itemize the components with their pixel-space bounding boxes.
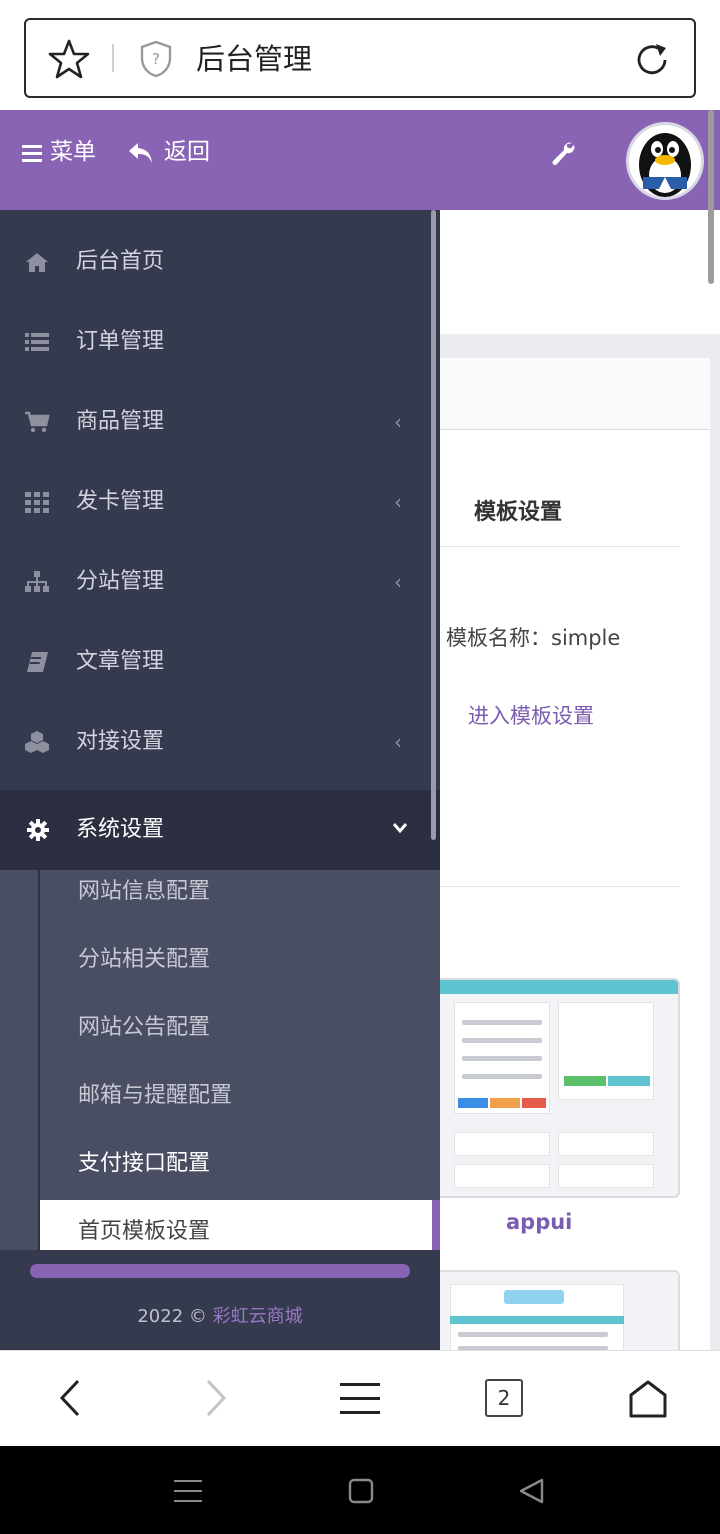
submenu-item-email-alerts[interactable]: 邮箱与提醒配置 [40,1064,440,1132]
menu-label: 菜单 [50,139,96,165]
sidebar-item-substations[interactable]: 分站管理 ‹ [0,542,440,622]
submenu-item-label: 邮箱与提醒配置 [78,1083,233,1108]
grid-icon [25,492,49,513]
sidebar-scrollbar[interactable] [431,210,436,840]
top-panel [440,210,720,334]
android-navigation-bar [0,1446,720,1534]
sidebar-item-label: 发卡管理 [76,489,165,514]
sidebar: 后台首页 订单管理 商品管理 ‹ 发卡管理 ‹ 分站管理 ‹ 文章管理 对接设置… [0,210,440,1350]
back-button[interactable]: 返回 [128,136,218,176]
browser-toolbar: 2 [0,1350,720,1446]
back-triangle-icon[interactable] [518,1478,546,1504]
sidebar-item-articles[interactable]: 文章管理 [0,622,440,702]
sidebar-item-label: 分站管理 [76,569,165,594]
sidebar-footer: 2022 © 彩虹云商城 [0,1250,440,1350]
book-icon [27,652,48,672]
recents-icon[interactable] [174,1478,202,1504]
reply-arrow-icon [129,143,152,163]
submenu-item-announcement[interactable]: 网站公告配置 [40,996,440,1064]
hamburger-icon [22,145,42,162]
template-thumbnail-appui[interactable] [430,978,680,1198]
submenu-item-label: 网站信息配置 [78,879,211,904]
admin-header: 菜单 返回 [0,110,720,210]
sidebar-horizontal-scrollbar[interactable] [30,1264,410,1278]
sidebar-item-label: 订单管理 [76,329,165,354]
divider [440,886,680,887]
brand-link[interactable]: 彩虹云商城 [213,1306,303,1327]
address-bar[interactable] [24,18,696,98]
submenu-item-label: 分站相关配置 [78,947,211,972]
address-divider [112,44,114,72]
copyright-year: 2022 © [137,1306,207,1327]
enter-template-settings-link[interactable]: 进入模板设置 [468,700,594,730]
gear-icon [27,819,49,841]
chevron-left-icon: ‹ [394,490,402,514]
submenu-item-label: 首页模板设置 [78,1219,211,1244]
section-title: 模板设置 [474,500,563,525]
page-title[interactable]: 后台管理 [196,40,312,78]
sidebar-item-dashboard[interactable]: 后台首页 [0,222,440,302]
back-arrow-icon[interactable] [56,1377,86,1419]
home-page-icon[interactable] [628,1379,668,1419]
sitemap-icon [25,571,49,592]
chevron-down-icon [392,823,408,834]
sidebar-item-orders[interactable]: 订单管理 [0,302,440,382]
list-icon [25,333,49,351]
sidebar-item-system-settings[interactable]: 系统设置 [0,790,440,870]
submenu-item-site-info[interactable]: 网站信息配置 [40,860,440,928]
reload-icon[interactable] [632,40,672,80]
chevron-left-icon: ‹ [394,730,402,754]
template-thumbnail-qq[interactable] [436,1270,680,1350]
sidebar-item-integration[interactable]: 对接设置 ‹ [0,702,440,782]
home-icon [26,253,48,272]
avatar[interactable] [626,122,704,200]
copyright: 2022 © 彩虹云商城 [0,1302,440,1328]
submenu-item-substation-config[interactable]: 分站相关配置 [40,928,440,996]
tabs-button[interactable]: 2 [485,1379,523,1417]
menu-lines-icon[interactable] [340,1381,380,1417]
sidebar-item-label: 后台首页 [76,249,165,274]
submenu-item-payment[interactable]: 支付接口配置 [40,1132,440,1200]
cubes-icon [25,731,49,753]
submenu-item-label: 网站公告配置 [78,1015,211,1040]
svg-text:?: ? [152,50,160,68]
sidebar-item-label: 系统设置 [76,817,165,842]
security-shield-icon[interactable]: ? [138,40,174,78]
back-label: 返回 [164,139,210,165]
sidebar-item-products[interactable]: 商品管理 ‹ [0,382,440,462]
sidebar-item-label: 商品管理 [76,409,165,434]
sidebar-item-label: 对接设置 [76,729,165,754]
page-scrollbar[interactable] [708,110,714,284]
menu-button[interactable]: 菜单 [20,136,100,176]
wrench-icon[interactable] [550,140,576,166]
divider [440,546,680,547]
forward-arrow-icon[interactable] [200,1377,230,1419]
submenu-item-label: 支付接口配置 [78,1151,211,1176]
home-square-icon[interactable] [348,1478,374,1504]
sidebar-item-label: 文章管理 [76,649,165,674]
chevron-left-icon: ‹ [394,570,402,594]
template-panel: 模板设置 模板名称：simple 进入模板设置 appui [430,430,710,1350]
system-settings-submenu: 网站信息配置 分站相关配置 网站公告配置 邮箱与提醒配置 支付接口配置 首页模板… [0,870,440,1268]
sidebar-item-cards[interactable]: 发卡管理 ‹ [0,462,440,542]
template-name: 模板名称：simple [446,626,621,650]
panel-heading [440,358,710,430]
template-name-appui[interactable]: appui [506,1210,572,1234]
cart-icon [25,411,50,433]
chevron-left-icon: ‹ [394,410,402,434]
bookmark-star-icon[interactable] [48,38,90,80]
